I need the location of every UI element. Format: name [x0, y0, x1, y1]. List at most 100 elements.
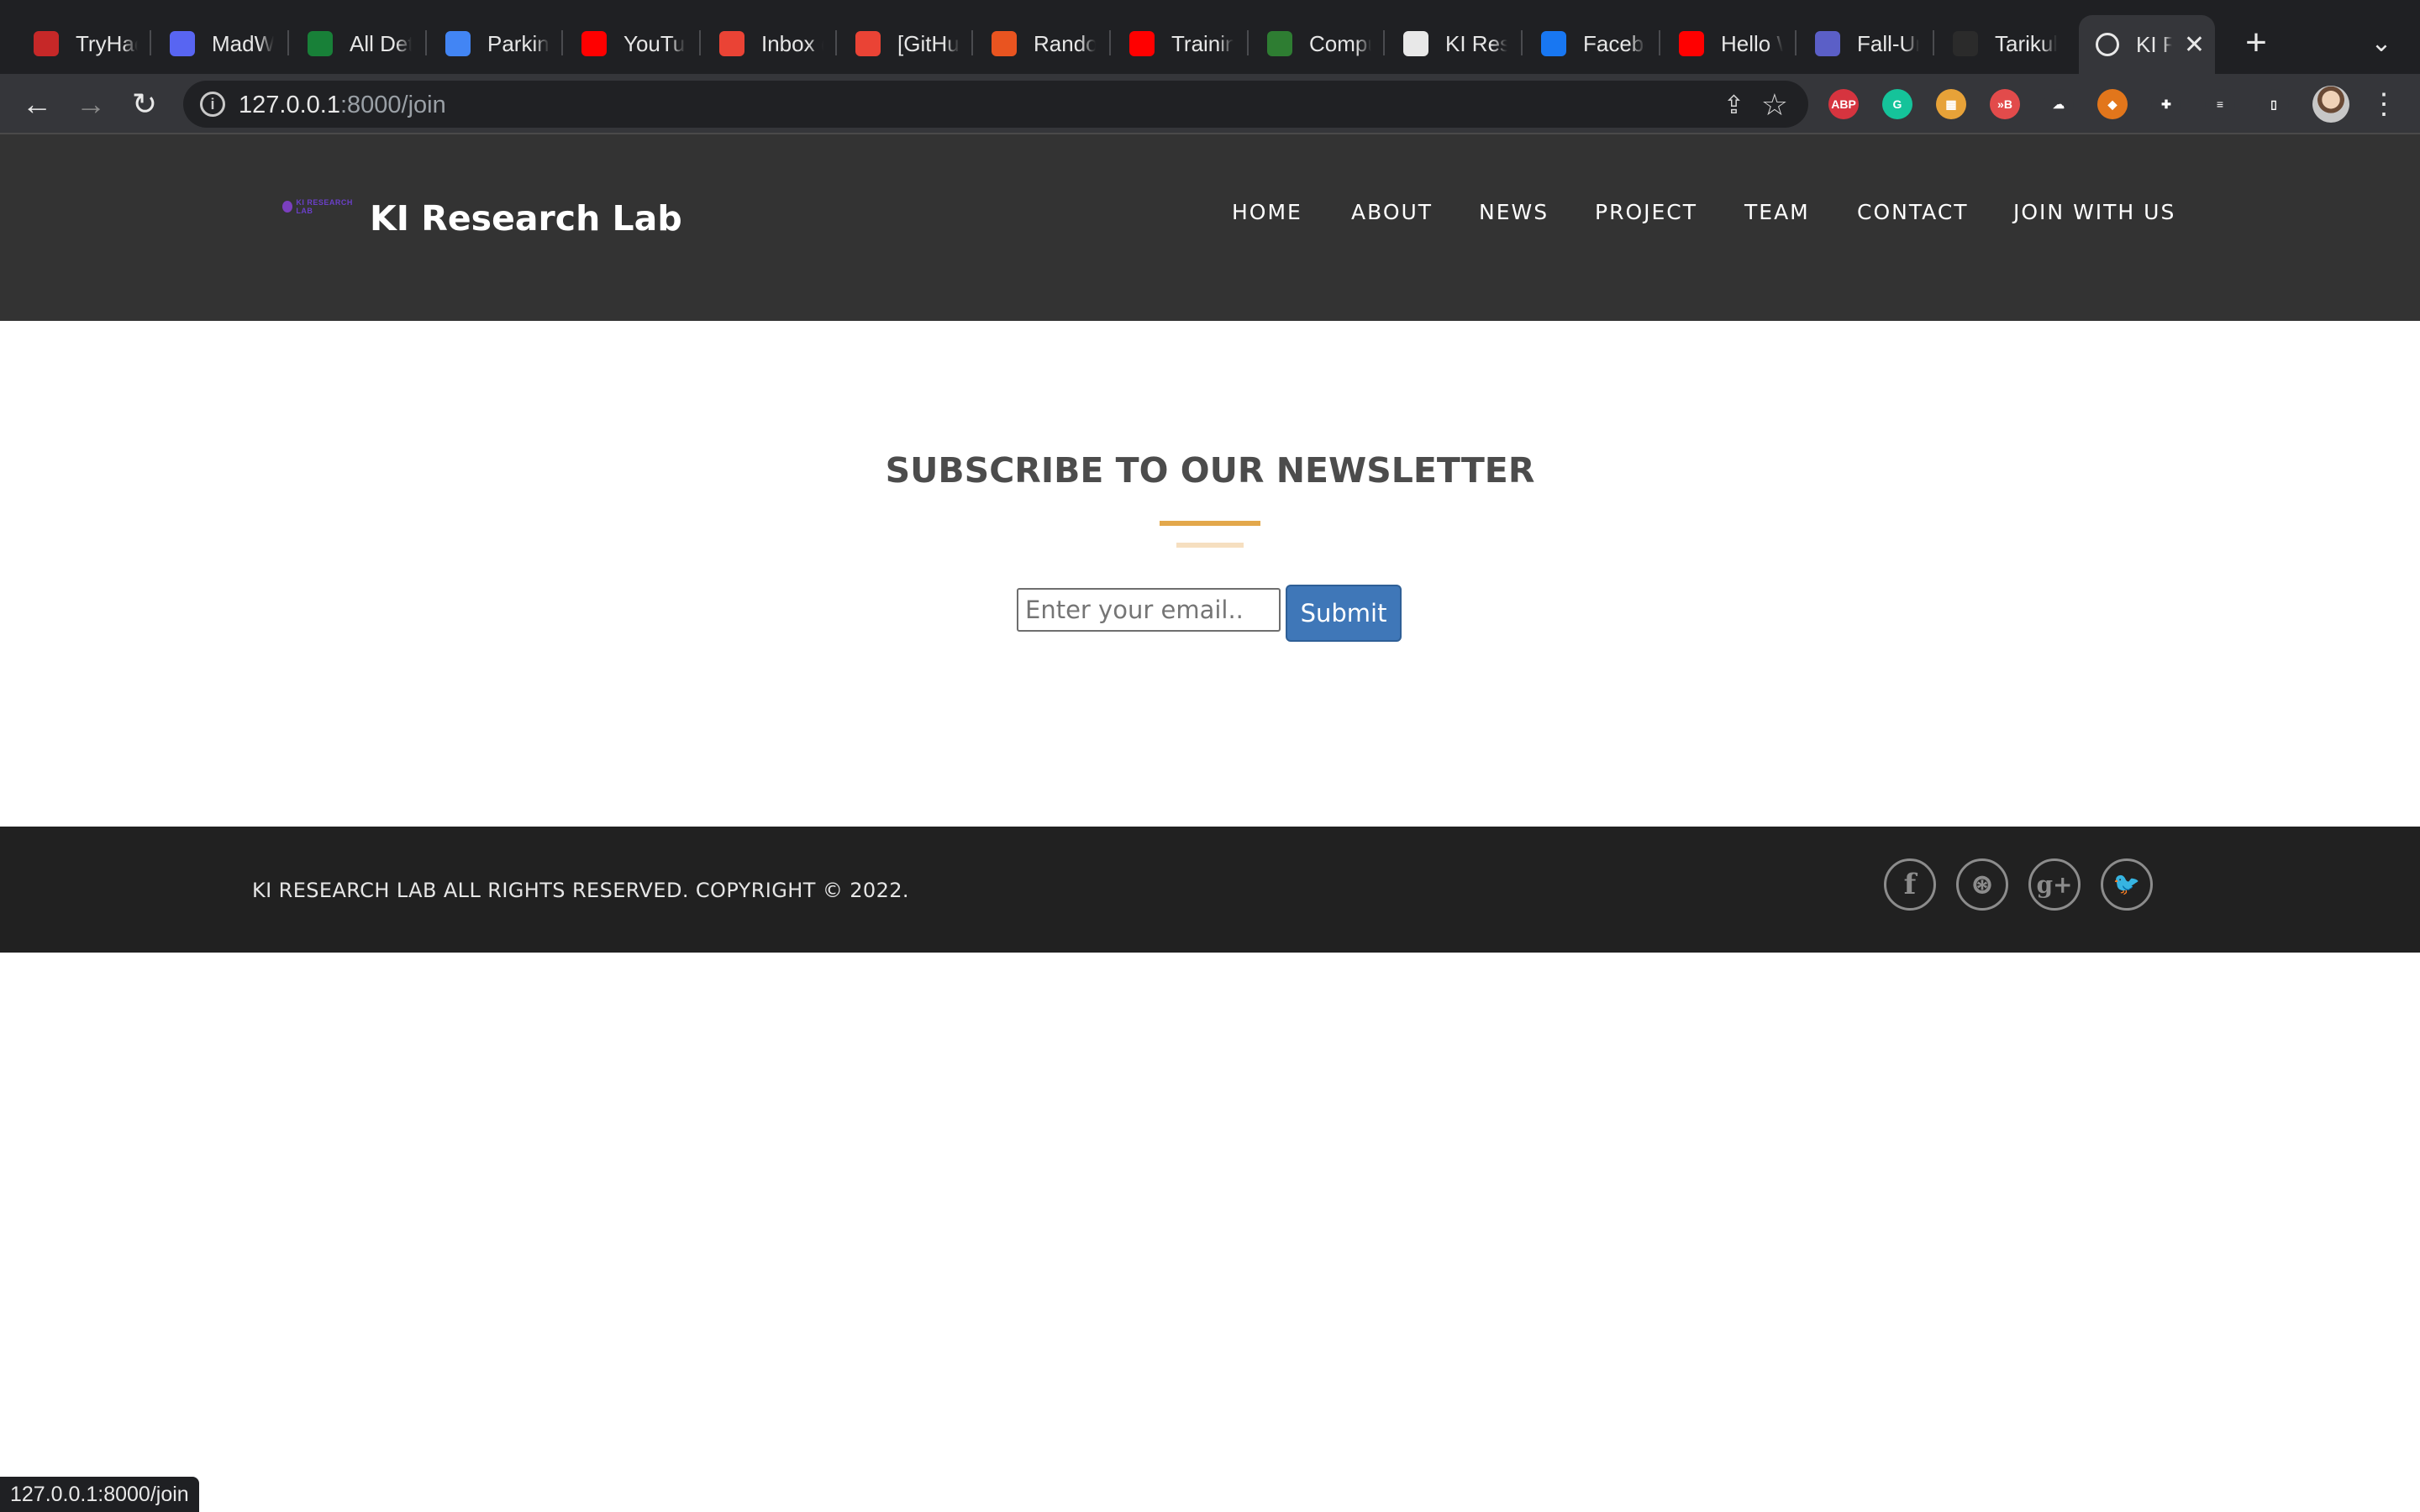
back-button[interactable]: ← — [17, 84, 57, 124]
ubuntu-icon — [992, 31, 1017, 56]
site-logo[interactable]: KI RESEARCH LAB — [282, 198, 363, 215]
tab[interactable]: Facebook — [1524, 18, 1655, 69]
tab[interactable]: YouTube — [565, 18, 696, 69]
browser-toolbar: ← → ↻ i 127.0.0.1:8000/join ⇪ ☆ ABP G ▦ »B ☁… — [0, 74, 2420, 134]
tab-separator — [561, 30, 563, 55]
tab-title: MadWizard — [212, 30, 274, 56]
chevron-down-icon[interactable]: ⌄ — [2363, 25, 2400, 62]
tryhackme-icon — [34, 31, 59, 56]
nav-item-join-with-us[interactable]: JOIN WITH US — [2013, 200, 2175, 224]
nav-item-contact[interactable]: CONTACT — [1857, 200, 1969, 224]
tab-separator — [1933, 30, 1934, 55]
teams-icon — [1815, 31, 1840, 56]
tab[interactable]: [GitHub] — [839, 18, 970, 69]
site-header: KI RESEARCH LAB KI Research Lab HOME ABOU… — [0, 134, 2420, 321]
email-input[interactable] — [1017, 588, 1281, 632]
discord-icon — [170, 31, 195, 56]
tab[interactable]: Fall-Un — [1798, 18, 1929, 69]
browser-tab-strip: TryHackMe MadWizard All Details Parkinson Yo… — [0, 0, 2420, 74]
nav-item-project[interactable]: PROJECT — [1595, 200, 1697, 224]
tab-separator — [699, 30, 701, 55]
section-title: SUBSCRIBE TO OUR NEWSLETTER — [885, 450, 1535, 491]
tab[interactable]: KI Research — [1386, 18, 1518, 69]
profile-avatar[interactable] — [2312, 86, 2349, 123]
url-path: :8000/join — [339, 92, 446, 118]
logo-text: KI RESEARCH LAB — [296, 198, 353, 215]
nav-item-home[interactable]: HOME — [1232, 200, 1302, 224]
media-queue-icon[interactable]: ≡ — [2205, 89, 2235, 119]
tab-title: Fall-Un — [1857, 30, 1919, 56]
dribbble-icon[interactable]: ⊛ — [1956, 858, 2008, 911]
menu-icon[interactable]: ⋮ — [2370, 84, 2398, 124]
nav-item-team[interactable]: TEAM — [1744, 200, 1810, 224]
new-tab-button[interactable]: + — [2235, 22, 2277, 64]
url-text[interactable]: 127.0.0.1:8000/join — [239, 92, 446, 119]
tab[interactable]: Random — [975, 18, 1106, 69]
cloud-icon[interactable]: ☁ — [2044, 89, 2074, 119]
close-icon[interactable]: ✕ — [2172, 30, 2205, 60]
gmail-icon — [855, 31, 881, 56]
nav-item-about[interactable]: ABOUT — [1351, 200, 1433, 224]
google-sheets-icon — [308, 31, 333, 56]
tab-title: Parkinson — [487, 30, 550, 56]
twitter-icon[interactable]: 🐦 — [2101, 858, 2153, 911]
tab-separator — [1659, 30, 1660, 55]
google-plus-icon[interactable]: g+ — [2028, 858, 2081, 911]
tab[interactable]: Training — [1113, 18, 1244, 69]
facebook-icon — [1541, 31, 1566, 56]
tab-title: Computer — [1309, 30, 1371, 56]
tab-separator — [1247, 30, 1249, 55]
tab-title: Inbox (1) — [761, 30, 823, 56]
address-bar[interactable]: i 127.0.0.1:8000/join ⇪ ☆ — [183, 81, 1808, 128]
tab-title: TryHackMe — [76, 30, 138, 56]
bookmark-star-icon[interactable]: ☆ — [1761, 87, 1788, 123]
tab-separator — [425, 30, 427, 55]
tab-separator — [835, 30, 837, 55]
tab[interactable]: TryHackMe — [17, 18, 148, 69]
newsletter-section: SUBSCRIBE TO OUR NEWSLETTER Submit — [0, 321, 2420, 827]
youtube-icon — [1129, 31, 1155, 56]
tab[interactable]: MadWizard — [153, 18, 284, 69]
puzzle-icon[interactable]: ✚ — [2151, 89, 2181, 119]
tab-separator — [287, 30, 289, 55]
tab-title: Training — [1171, 30, 1234, 56]
tab-active[interactable]: KI Re ✕ — [2079, 15, 2215, 74]
tab-title: Tarikul6 — [1995, 30, 2057, 56]
url-host: 127.0.0.1 — [239, 92, 340, 118]
facebook-icon[interactable]: f — [1884, 858, 1936, 911]
youtube-icon — [581, 31, 607, 56]
tab[interactable]: Inbox (1) — [702, 18, 834, 69]
share-icon[interactable]: ⇪ — [1723, 91, 1744, 120]
nav-item-news[interactable]: NEWS — [1479, 200, 1549, 224]
title-underline-light — [1176, 543, 1244, 548]
tab-title: YouTube — [623, 30, 686, 56]
tab-title: Facebook — [1583, 30, 1645, 56]
grammarly-icon[interactable]: G — [1882, 89, 1912, 119]
tab-separator — [1521, 30, 1523, 55]
site-brand[interactable]: KI Research Lab — [370, 198, 682, 239]
extension-grid-icon[interactable]: ▦ — [1936, 89, 1966, 119]
google-docs-icon — [445, 31, 471, 56]
tab[interactable]: Tarikul6 — [1936, 18, 2067, 69]
metamask-icon[interactable]: ◆ — [2097, 89, 2128, 119]
tab[interactable]: Parkinson — [429, 18, 560, 69]
tab-separator — [1795, 30, 1797, 55]
globe-icon — [1403, 31, 1428, 56]
forward-button[interactable]: → — [71, 84, 111, 124]
extension-bolt-icon[interactable]: »B — [1990, 89, 2020, 119]
github-icon — [1953, 31, 1978, 56]
tab-title: Hello World — [1721, 30, 1783, 56]
info-icon[interactable]: i — [200, 92, 225, 117]
tab[interactable]: Hello World — [1662, 18, 1793, 69]
submit-button[interactable]: Submit — [1286, 585, 1402, 642]
tab[interactable]: Computer — [1250, 18, 1381, 69]
reload-button[interactable]: ↻ — [124, 84, 165, 124]
shield-icon — [1267, 31, 1292, 56]
tab-title: All Details — [350, 30, 412, 56]
site-footer: KI RESEARCH LAB ALL RIGHTS RESERVED. COP… — [0, 827, 2420, 953]
tab-separator — [1383, 30, 1385, 55]
tab[interactable]: All Details — [291, 18, 422, 69]
sidepanel-icon[interactable]: ▯ — [2259, 89, 2289, 119]
adblock-icon[interactable]: ABP — [1828, 89, 1859, 119]
tab-separator — [150, 30, 151, 55]
